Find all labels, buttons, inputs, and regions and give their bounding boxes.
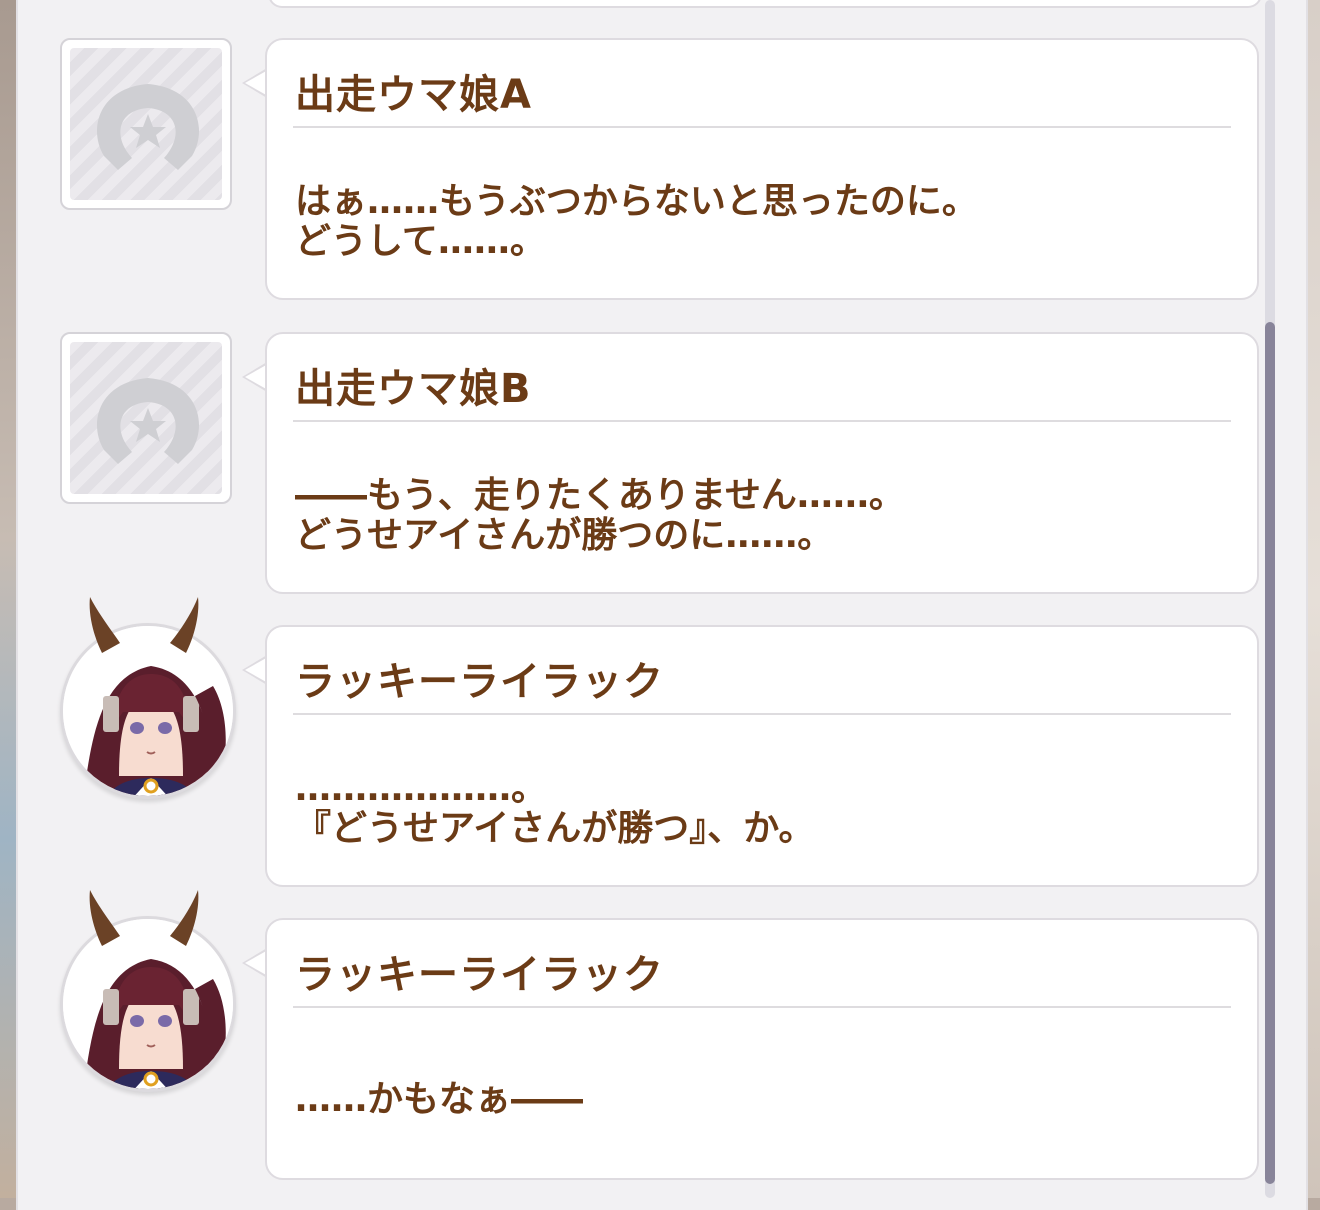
divider <box>293 713 1231 715</box>
dialogue-line: ………………。 <box>295 768 548 809</box>
divider <box>293 1006 1231 1008</box>
dialogue-line: ……かもなぁ―― <box>295 1079 584 1120</box>
speaker-name: 出走ウマ娘A <box>295 72 532 118</box>
log-entry: 出走ウマ娘B ――もう、走りたくありません……。 どうせアイさんが勝つのに……。 <box>0 332 1260 594</box>
avatar-placeholder <box>60 38 232 210</box>
dialogue-line: 『どうせアイさんが勝つ』、か。 <box>295 808 815 849</box>
dialogue-line: ――もう、走りたくありません……。 <box>295 475 905 516</box>
speaker-name: ラッキーライラック <box>295 952 664 998</box>
speaker-name: 出走ウマ娘B <box>295 366 532 412</box>
scrollbar-thumb[interactable] <box>1265 322 1275 1184</box>
previous-bubble-edge <box>268 0 1262 8</box>
speaker-name: ラッキーライラック <box>295 659 664 705</box>
speech-bubble: ラッキーライラック ……かもなぁ―― <box>265 918 1259 1180</box>
speech-bubble: 出走ウマ娘B ――もう、走りたくありません……。 どうせアイさんが勝つのに……。 <box>265 332 1259 594</box>
horseshoe-placeholder-icon <box>96 84 200 170</box>
horseshoe-placeholder-icon <box>96 378 200 464</box>
dialogue-line: どうせアイさんが勝つのに……。 <box>295 515 834 556</box>
log-entry: ラッキーライラック ………………。 『どうせアイさんが勝つ』、か。 <box>0 597 1260 887</box>
dialogue-line: どうして……。 <box>295 221 546 262</box>
log-entry: ラッキーライラック ……かもなぁ―― <box>0 890 1260 1180</box>
avatar-placeholder <box>60 332 232 504</box>
speech-bubble: 出走ウマ娘A はぁ……もうぶつからないと思ったのに。 どうして……。 <box>265 38 1259 300</box>
divider <box>293 126 1231 128</box>
speech-bubble: ラッキーライラック ………………。 『どうせアイさんが勝つ』、か。 <box>265 625 1259 887</box>
horse-ears <box>89 890 199 946</box>
divider <box>293 420 1231 422</box>
horse-ears <box>89 597 199 653</box>
log-entry: 出走ウマ娘A はぁ……もうぶつからないと思ったのに。 どうして……。 <box>0 38 1260 300</box>
dialogue-line: はぁ……もうぶつからないと思ったのに。 <box>295 181 978 222</box>
